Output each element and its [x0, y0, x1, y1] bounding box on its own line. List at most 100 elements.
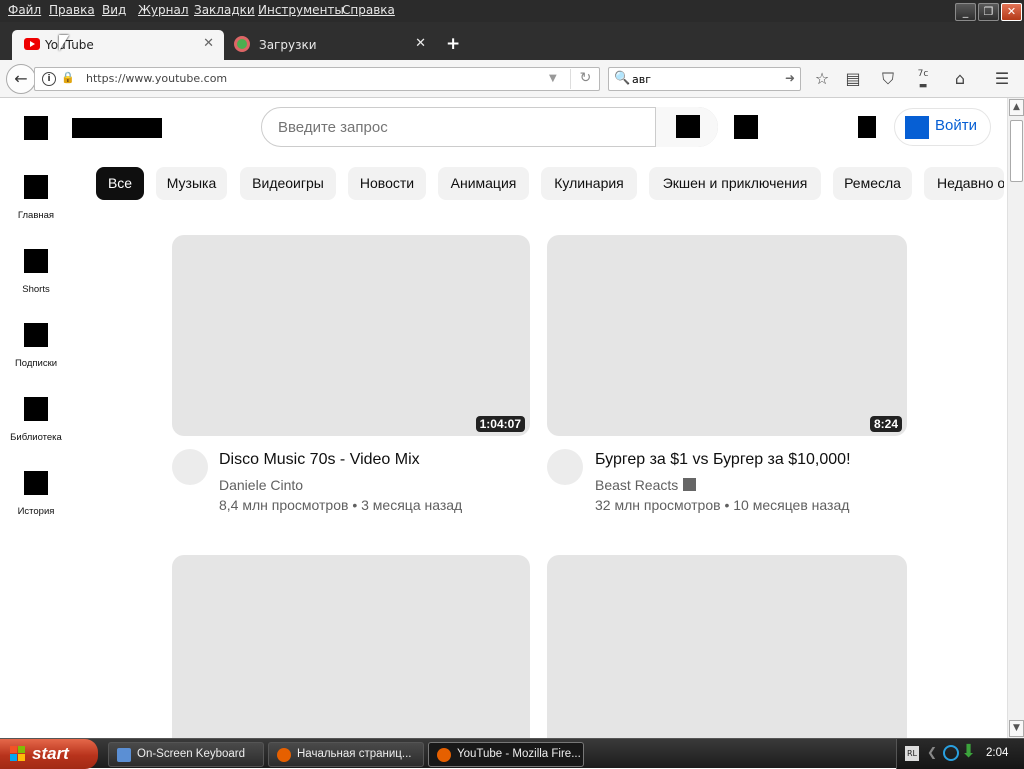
download-tray-icon[interactable]: ⬇ — [961, 743, 976, 761]
tab-downloads[interactable]: Загрузки ✕ — [226, 30, 436, 60]
video-title[interactable]: Бургер за $1 vs Бургер за $10,000! — [595, 451, 851, 469]
menu-tools[interactable]: Инструменты — [258, 3, 344, 17]
login-label: Войти — [935, 117, 977, 134]
navigation-toolbar: ← i 🔒 https://www.youtube.com ▼ ↻ 🔍 авг … — [0, 60, 1024, 98]
video-thumbnail[interactable]: 1:04:07 — [172, 235, 530, 436]
youtube-logo[interactable] — [72, 118, 162, 138]
search-go-icon[interactable]: ➜ — [785, 71, 795, 85]
chip-crafts[interactable]: Ремесла — [833, 167, 912, 200]
page-viewport: Введите запрос Войти Главная Shorts Подп… — [0, 98, 1024, 738]
chip-videogames[interactable]: Видеоигры — [240, 167, 336, 200]
info-icon[interactable]: i — [42, 72, 56, 86]
chip-news[interactable]: Новости — [348, 167, 426, 200]
search-icon — [676, 115, 700, 138]
chip-cooking[interactable]: Кулинария — [541, 167, 637, 200]
menu-edit[interactable]: Правка — [49, 3, 95, 17]
sidebar-item-label: История — [17, 506, 55, 517]
search-input[interactable]: авг — [632, 73, 651, 86]
chip-action-adventure[interactable]: Экшен и приключения — [649, 167, 821, 200]
video-meta: 8,4 млн просмотров • 3 месяца назад — [219, 497, 463, 513]
mouse-cursor-icon — [59, 35, 69, 51]
taskbar-item-firefox-start[interactable]: Начальная страниц... — [268, 742, 424, 767]
subscriptions-icon — [24, 323, 48, 347]
scroll-up-icon[interactable]: ▲ — [1009, 99, 1024, 116]
chip-music[interactable]: Музыка — [156, 167, 227, 200]
youtube-search-box[interactable]: Введите запрос — [261, 107, 718, 147]
new-tab-button[interactable]: + — [446, 34, 460, 54]
network-icon[interactable] — [943, 745, 959, 761]
menu-help[interactable]: Справка — [342, 3, 395, 17]
minimize-button[interactable]: _ — [955, 3, 976, 21]
login-button[interactable]: Войти — [894, 108, 991, 146]
history-icon — [24, 471, 48, 495]
voice-search-icon[interactable] — [734, 115, 758, 139]
start-label: start — [32, 744, 69, 763]
tab-youtube[interactable]: YouTube ✕ — [12, 30, 224, 60]
clock: 2:04 — [986, 747, 1009, 759]
chip-animation[interactable]: Анимация — [438, 167, 529, 200]
taskbar-item-youtube-firefox[interactable]: YouTube - Mozilla Fire... — [428, 742, 584, 767]
channel-avatar[interactable] — [172, 449, 208, 485]
url-bar[interactable]: i 🔒 https://www.youtube.com ▼ ↻ — [34, 67, 600, 91]
close-icon[interactable]: ✕ — [415, 36, 426, 51]
task-label: On-Screen Keyboard — [137, 748, 246, 760]
close-icon[interactable]: ✕ — [203, 36, 214, 51]
shorts-icon — [24, 249, 48, 273]
firefox-icon — [277, 748, 291, 762]
video-thumbnail[interactable] — [172, 555, 530, 738]
page-scrollbar[interactable]: ▲ ▼ — [1007, 98, 1024, 738]
bookmarks-list-icon[interactable]: ▤ — [842, 68, 864, 90]
guide-menu-icon[interactable] — [24, 116, 48, 140]
sidebar-item-subscriptions[interactable]: Подписки — [0, 323, 72, 389]
restore-button[interactable]: ❐ — [978, 3, 999, 21]
back-button[interactable]: ← — [6, 64, 36, 94]
chip-recently-uploaded[interactable]: Недавно о — [924, 167, 1004, 200]
channel-name[interactable]: Beast Reacts — [595, 477, 697, 493]
video-duration: 1:04:07 — [475, 416, 525, 432]
video-thumbnail[interactable]: 8:24 — [547, 235, 907, 436]
addon-icon[interactable]: 7c ▬ — [912, 68, 934, 91]
task-label: YouTube - Mozilla Fire... — [457, 748, 581, 760]
channel-avatar[interactable] — [547, 449, 583, 485]
youtube-icon — [24, 38, 40, 50]
search-button[interactable] — [655, 107, 718, 147]
taskbar-item-keyboard[interactable]: On-Screen Keyboard — [108, 742, 264, 767]
sidebar-item-label: Главная — [17, 210, 55, 221]
language-indicator[interactable]: RL — [905, 746, 919, 761]
url-text[interactable]: https://www.youtube.com — [86, 72, 227, 85]
sidebar-item-history[interactable]: История — [0, 471, 72, 537]
menu-file[interactable]: Файл — [8, 3, 41, 17]
firefox-icon — [437, 748, 451, 762]
video-thumbnail[interactable] — [547, 555, 907, 738]
url-dropdown-icon[interactable]: ▼ — [549, 73, 557, 84]
chip-all[interactable]: Все — [96, 167, 144, 200]
tray-expand-icon[interactable]: ❮ — [927, 745, 937, 759]
menu-view[interactable]: Вид — [102, 3, 126, 17]
search-engine-icon[interactable]: 🔍 — [614, 71, 630, 86]
search-bar[interactable]: 🔍 авг ➜ — [608, 67, 801, 91]
lock-warning-icon[interactable]: 🔒 — [61, 71, 75, 84]
scroll-down-icon[interactable]: ▼ — [1009, 720, 1024, 737]
reload-button[interactable]: ↻ — [570, 69, 600, 89]
scrollbar-thumb[interactable] — [1010, 120, 1023, 182]
youtube-search-input[interactable]: Введите запрос — [278, 119, 388, 136]
settings-more-icon[interactable] — [858, 116, 876, 138]
account-icon — [905, 116, 929, 139]
menu-bar: Файл Правка Вид Журнал Закладки Инструме… — [0, 0, 1024, 22]
home-icon[interactable]: ⌂ — [949, 68, 971, 90]
channel-name[interactable]: Daniele Cinto — [219, 477, 303, 493]
downloads-icon — [234, 36, 250, 52]
menu-history[interactable]: Журнал — [138, 3, 189, 17]
video-title[interactable]: Disco Music 70s - Video Mix — [219, 451, 420, 469]
close-window-button[interactable]: ✕ — [1001, 3, 1022, 21]
sidebar-item-library[interactable]: Библиотека — [0, 397, 72, 463]
tab-bar: YouTube ✕ Загрузки ✕ + — [0, 22, 1024, 60]
pocket-icon[interactable]: ⛉ — [877, 68, 899, 90]
menu-bookmarks[interactable]: Закладки — [194, 3, 255, 17]
bookmark-star-icon[interactable]: ☆ — [811, 68, 833, 90]
sidebar-item-home[interactable]: Главная — [0, 175, 72, 241]
hamburger-menu-icon[interactable]: ☰ — [991, 68, 1013, 90]
sidebar-item-shorts[interactable]: Shorts — [0, 249, 72, 315]
start-button[interactable]: start — [0, 739, 98, 769]
task-label: Начальная страниц... — [297, 748, 412, 760]
